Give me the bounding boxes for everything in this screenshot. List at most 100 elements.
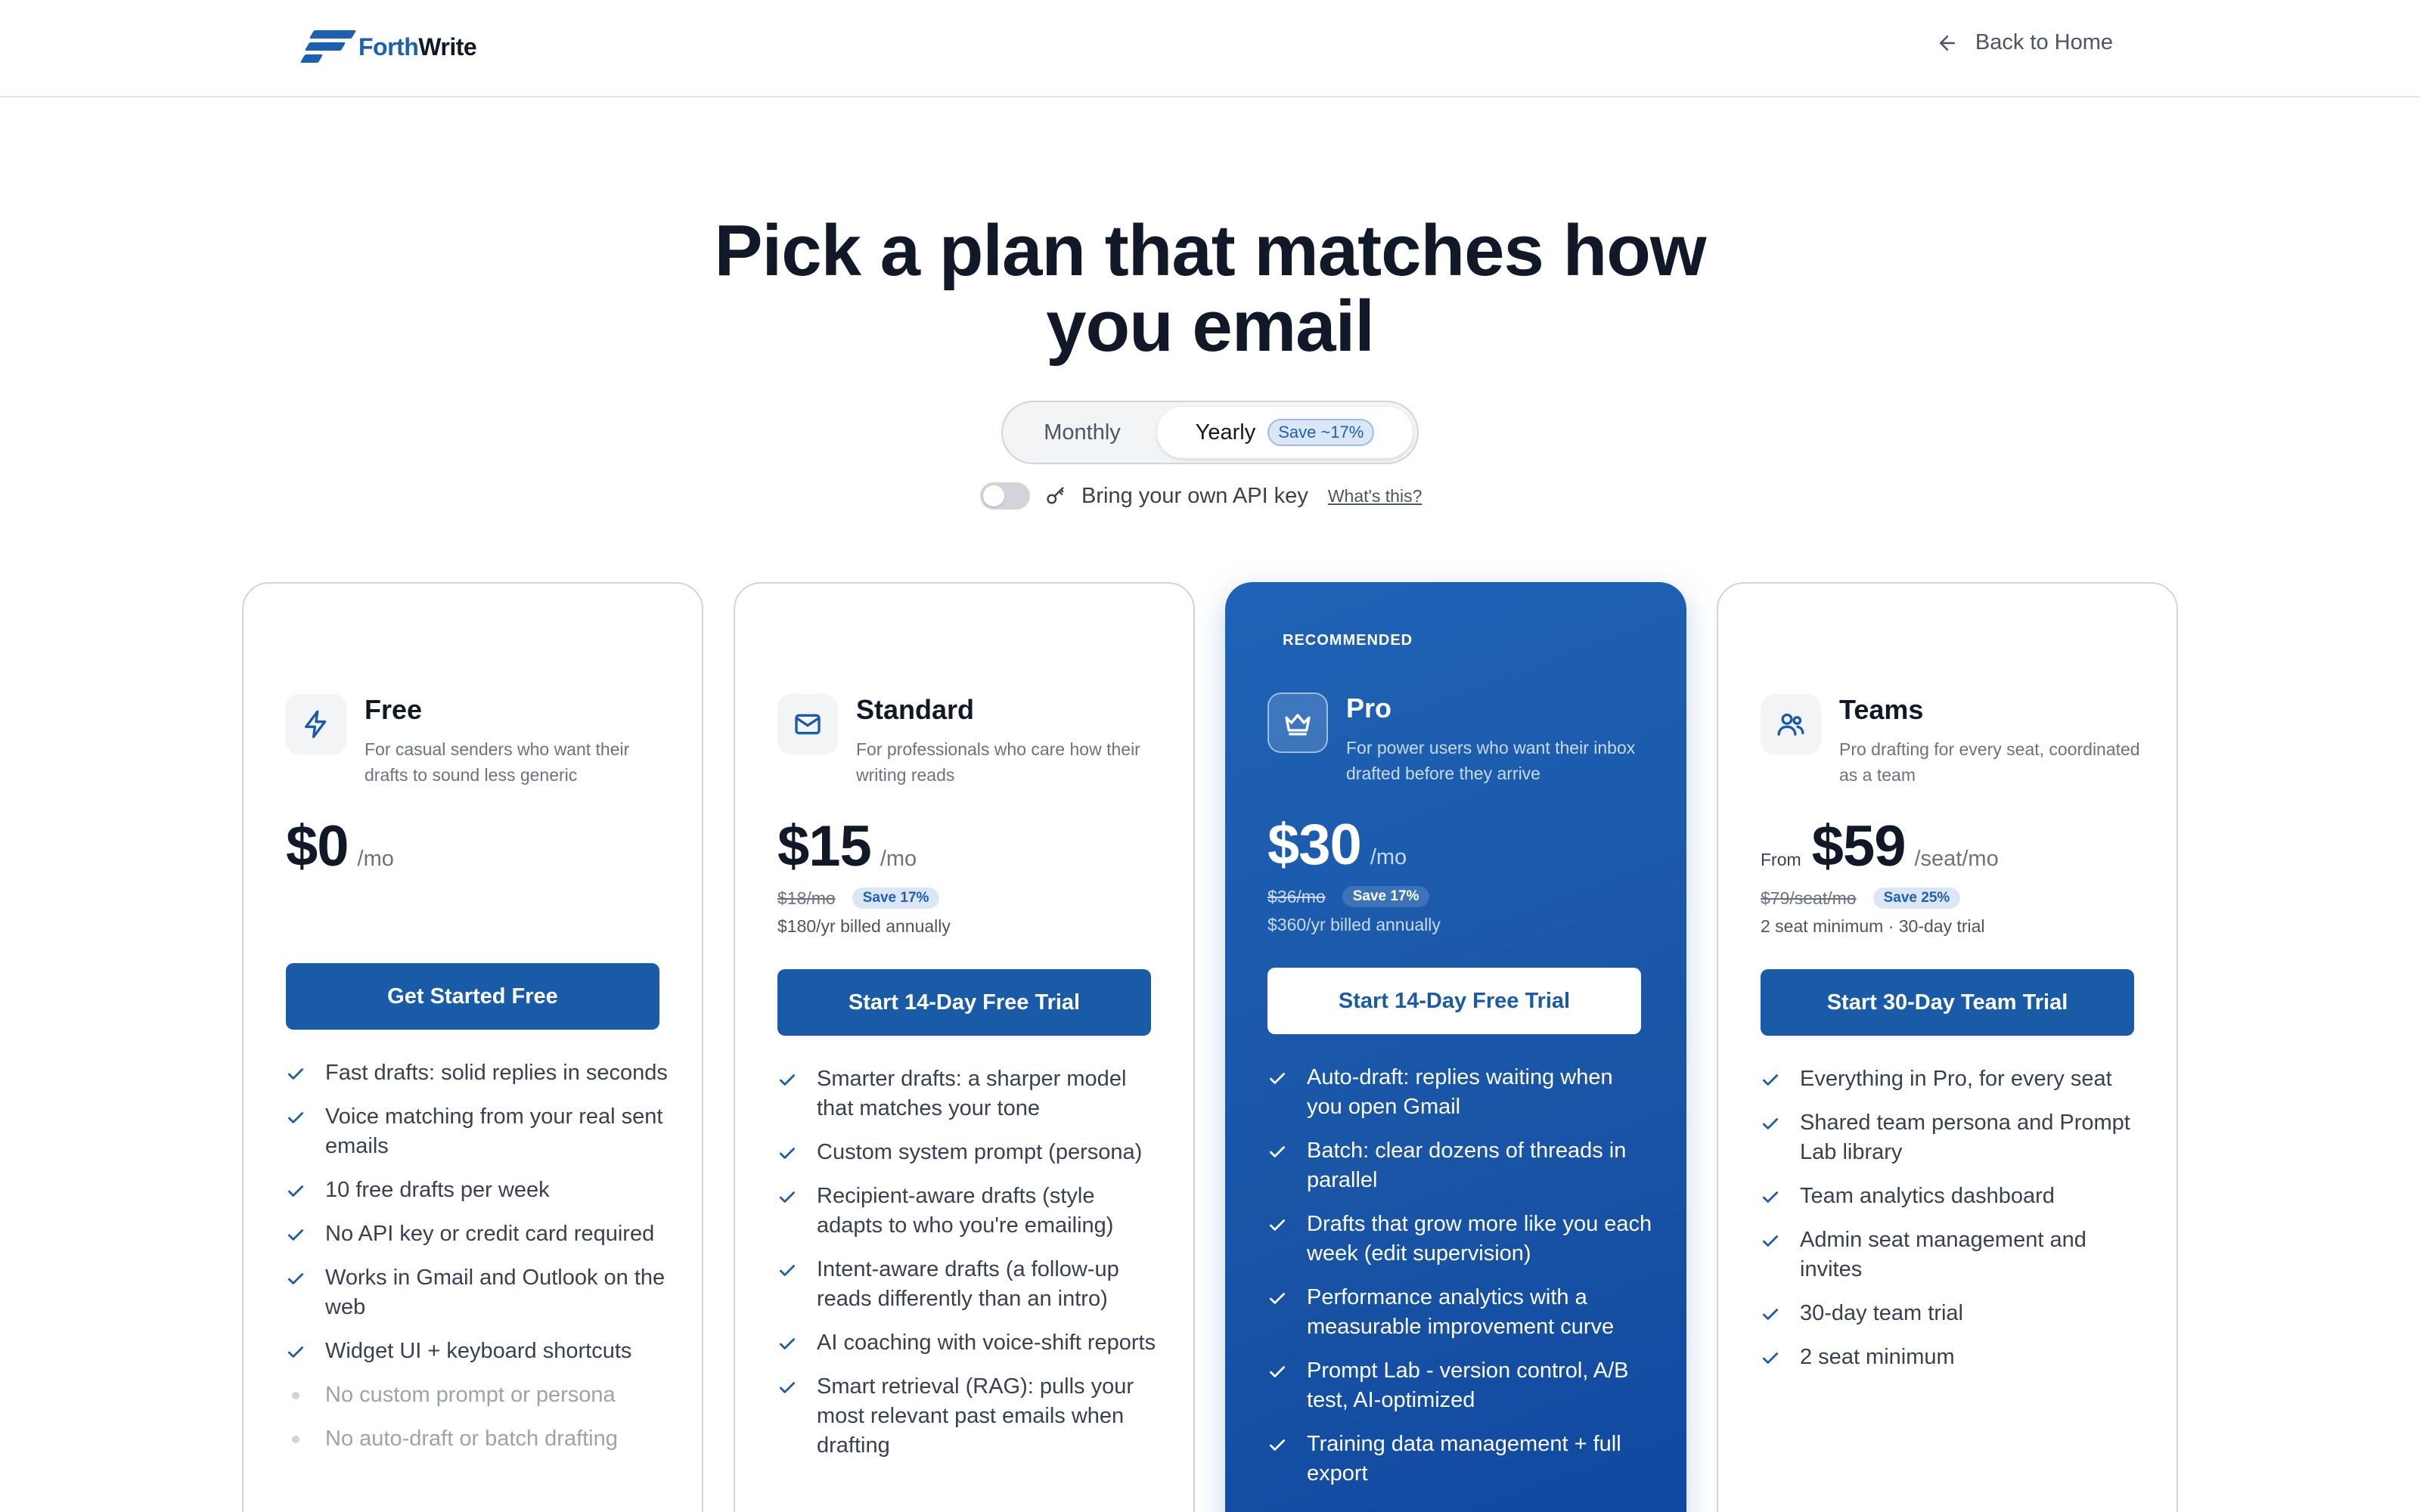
price-row: $30 /mo [1267, 812, 1407, 878]
feature-item: Works in Gmail and Outlook on the web [286, 1263, 672, 1322]
lightning-icon [286, 694, 346, 754]
check-icon [287, 1273, 304, 1284]
start-team-trial-button[interactable]: Start 30-Day Team Trial [1761, 969, 2134, 1036]
plan-description: Pro drafting for every seat, coordinated… [1839, 739, 2140, 785]
logo-wordmark: ForthWrite [358, 33, 477, 60]
check-icon [1269, 1219, 1286, 1231]
excluded-feature-item: No auto-draft or batch drafting [286, 1424, 672, 1454]
price-period: /seat/mo [1914, 847, 1999, 871]
bullet-dot-icon [292, 1436, 299, 1443]
price-row: $15 /mo [777, 813, 917, 879]
check-icon [287, 1185, 304, 1197]
feature-item: Training data management + full export [1267, 1430, 1653, 1489]
price-row: $0 /mo [286, 813, 394, 879]
billing-note: 2 seat minimum · 30-day trial [1761, 916, 1985, 936]
check-icon [779, 1148, 796, 1159]
plan-card-pro: RECOMMENDED Pro For power users who want… [1225, 582, 1686, 1512]
discount-row: $36/mo Save 17% [1267, 886, 1430, 907]
feature-item: Auto-draft: replies waiting when you ope… [1267, 1063, 1653, 1122]
check-icon [779, 1338, 796, 1349]
plan-description: For casual senders who want their drafts… [365, 739, 630, 785]
check-icon [1269, 1146, 1286, 1157]
plan-name: Teams [1839, 694, 1924, 725]
check-icon [779, 1265, 796, 1276]
excluded-feature-item: No custom prompt or persona [286, 1380, 672, 1410]
check-icon [1269, 1293, 1286, 1304]
crown-icon [1267, 692, 1328, 753]
start-trial-button[interactable]: Start 14-Day Free Trial [777, 969, 1151, 1036]
page-title: Pick a plan that matches how you email [714, 210, 1706, 367]
original-price: $79/seat/mo [1761, 888, 1857, 908]
feature-item: Smart retrieval (RAG): pulls your most r… [777, 1372, 1163, 1461]
feature-item: Fast drafts: solid replies in seconds [286, 1058, 672, 1088]
feature-list: Everything in Pro, for every seat Shared… [1761, 1064, 2146, 1387]
envelope-icon [777, 694, 838, 754]
back-to-home-link[interactable]: Back to Home [1936, 30, 2113, 55]
billing-yearly-option[interactable]: Yearly Save ~17% [1157, 407, 1413, 458]
feature-item: Prompt Lab - version control, A/B test, … [1267, 1356, 1653, 1415]
api-key-row: Bring your own API key What's this? [980, 479, 1422, 513]
check-icon [779, 1074, 796, 1086]
recommended-badge: RECOMMENDED [1283, 632, 1413, 649]
check-icon [1762, 1352, 1779, 1364]
plan-price: $15 [777, 814, 872, 878]
whats-this-link[interactable]: What's this? [1328, 486, 1423, 507]
check-icon [1762, 1118, 1779, 1129]
plan-card-standard: Standard For professionals who care how … [734, 582, 1195, 1512]
billing-period-toggle: Monthly Yearly Save ~17% [1001, 401, 1419, 464]
feature-item: Smarter drafts: a sharper model that mat… [777, 1064, 1163, 1123]
billing-yearly-label: Yearly [1195, 420, 1256, 445]
bullet-dot-icon [292, 1392, 299, 1399]
discount-row: $18/mo Save 17% [777, 888, 940, 909]
billing-note: $180/yr billed annually [777, 916, 951, 936]
feature-item: 10 free drafts per week [286, 1176, 672, 1205]
plan-price: $59 [1811, 814, 1907, 878]
check-icon [1269, 1439, 1286, 1451]
api-key-toggle[interactable] [980, 482, 1030, 510]
feature-item: Voice matching from your real sent email… [286, 1102, 672, 1161]
save-tag: Save 17% [1342, 886, 1430, 907]
get-started-free-button[interactable]: Get Started Free [286, 963, 659, 1030]
plan-price: $0 [286, 814, 349, 878]
check-icon [1762, 1191, 1779, 1203]
feature-list: Smarter drafts: a sharper model that mat… [777, 1064, 1163, 1475]
plan-name: Pro [1346, 692, 1392, 723]
discount-row: $79/seat/mo Save 25% [1761, 888, 1961, 909]
api-key-label: Bring your own API key [1081, 483, 1308, 508]
plan-card-free: Free For casual senders who want their d… [242, 582, 703, 1512]
check-icon [1762, 1309, 1779, 1320]
start-trial-button[interactable]: Start 14-Day Free Trial [1267, 968, 1641, 1034]
feature-item: Performance analytics with a measurable … [1267, 1283, 1653, 1342]
feature-item: Batch: clear dozens of threads in parall… [1267, 1136, 1653, 1195]
price-period: /mo [880, 847, 917, 871]
feature-item: Shared team persona and Prompt Lab libra… [1761, 1108, 2146, 1167]
feature-item: Custom system prompt (persona) [777, 1138, 1163, 1167]
forthwrite-logo[interactable]: ForthWrite [299, 26, 477, 68]
feature-list: Auto-draft: replies waiting when you ope… [1267, 1063, 1653, 1503]
billing-monthly-option[interactable]: Monthly [1007, 407, 1157, 458]
save-badge: Save ~17% [1267, 419, 1375, 446]
price-prefix: From [1761, 850, 1801, 869]
plan-description: For professionals who care how their wri… [856, 739, 1140, 785]
original-price: $18/mo [777, 888, 836, 908]
price-row: From $59 /seat/mo [1761, 813, 1999, 879]
plan-price: $30 [1267, 813, 1362, 877]
users-icon [1761, 694, 1821, 754]
feature-item: Everything in Pro, for every seat [1761, 1064, 2146, 1094]
feature-item: Drafts that grow more like you each week… [1267, 1210, 1653, 1269]
feature-item: AI coaching with voice-shift reports [777, 1328, 1163, 1358]
price-period: /mo [1370, 845, 1407, 869]
price-period: /mo [357, 847, 394, 871]
check-icon [287, 1068, 304, 1080]
feature-item: No API key or credit card required [286, 1219, 672, 1249]
feature-item: Intent-aware drafts (a follow-up reads d… [777, 1255, 1163, 1314]
billing-note: $360/yr billed annually [1267, 915, 1441, 934]
plan-card-teams: Teams Pro drafting for every seat, coord… [1717, 582, 2178, 1512]
plan-name: Standard [856, 694, 975, 725]
key-icon [1047, 487, 1064, 504]
check-icon [779, 1382, 796, 1393]
check-icon [1269, 1366, 1286, 1377]
feature-item: 2 seat minimum [1761, 1343, 2146, 1372]
check-icon [1762, 1235, 1779, 1247]
feature-item: Widget UI + keyboard shortcuts [286, 1337, 672, 1366]
